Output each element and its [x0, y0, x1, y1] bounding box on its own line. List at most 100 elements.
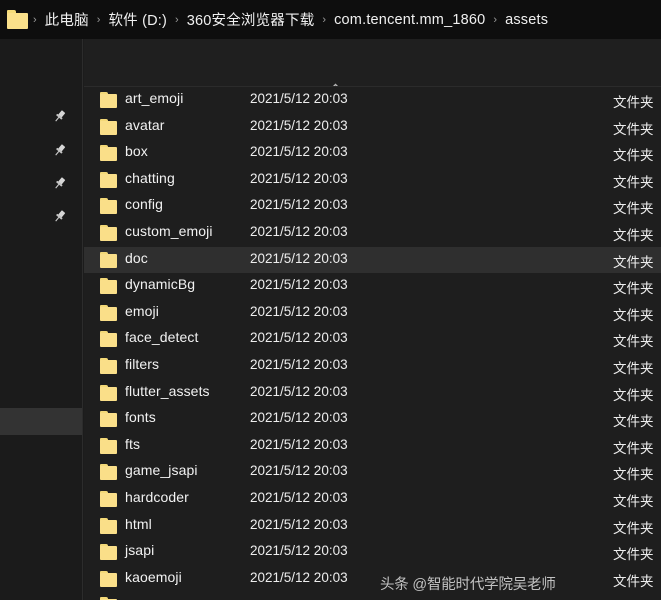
file-date-modified: 2021/5/12 20:03	[250, 330, 348, 346]
breadcrumb-item-2[interactable]: 360安全浏览器下载	[180, 6, 322, 33]
address-bar[interactable]: › 此电脑 › 软件 (D:) › 360安全浏览器下载 › com.tencent.mm_1…	[0, 0, 661, 39]
table-row[interactable]: game_jsapi 2021/5/12 20:03 文件夹	[84, 459, 661, 486]
file-explorer-window: › 此电脑 › 软件 (D:) › 360安全浏览器下载 › com.tencent.mm_1…	[0, 0, 661, 600]
folder-icon	[100, 570, 117, 587]
table-row[interactable]: fonts 2021/5/12 20:03 文件夹	[84, 406, 661, 433]
table-row[interactable]: flutter_assets 2021/5/12 20:03 文件夹	[84, 380, 661, 407]
file-name[interactable]: hardcoder	[125, 489, 189, 505]
folder-icon	[100, 384, 117, 401]
file-date-modified: 2021/5/12 20:03	[250, 277, 348, 293]
file-name[interactable]: filters	[125, 356, 159, 372]
folder-icon	[100, 411, 117, 428]
table-row[interactable]: filters 2021/5/12 20:03 文件夹	[84, 353, 661, 380]
table-row[interactable]: dynamicBg 2021/5/12 20:03 文件夹	[84, 273, 661, 300]
folder-icon	[100, 517, 117, 534]
table-row[interactable]: box 2021/5/12 20:03 文件夹	[84, 140, 661, 167]
folder-icon	[100, 198, 117, 215]
file-name[interactable]: emoji	[125, 303, 159, 319]
file-name[interactable]: dynamicBg	[125, 276, 195, 292]
column-header-row[interactable]: 名称 修改日期 类型	[84, 39, 661, 115]
folder-icon	[100, 464, 117, 481]
file-name[interactable]: chatting	[125, 170, 175, 186]
file-type: 文件夹	[613, 121, 654, 137]
file-name[interactable]: fts	[125, 436, 140, 452]
file-type: 文件夹	[613, 334, 654, 350]
folder-icon	[100, 145, 117, 162]
file-type: 文件夹	[613, 414, 654, 430]
table-row[interactable]: hardcoder 2021/5/12 20:03 文件夹	[84, 486, 661, 513]
file-date-modified: 2021/5/12 20:03	[250, 144, 348, 160]
table-row[interactable]: emoji 2021/5/12 20:03 文件夹	[84, 300, 661, 327]
file-date-modified: 2021/5/12 20:03	[250, 543, 348, 559]
breadcrumb-item-3[interactable]: com.tencent.mm_1860	[327, 9, 492, 31]
file-name[interactable]: jsapi	[125, 542, 154, 558]
table-row[interactable]: avatar 2021/5/12 20:03 文件夹	[84, 114, 661, 141]
folder-icon	[100, 171, 117, 188]
file-date-modified: 2021/5/12 20:03	[250, 436, 348, 452]
file-date-modified: 2021/5/12 20:03	[250, 516, 348, 532]
file-name[interactable]: doc	[125, 250, 148, 266]
file-type: 文件夹	[613, 360, 654, 376]
file-name[interactable]: avatar	[125, 117, 165, 133]
file-date-modified: 2021/5/12 20:03	[250, 197, 348, 213]
folder-icon	[100, 490, 117, 507]
file-name[interactable]: face_detect	[125, 329, 199, 345]
nav-item-hovered[interactable]	[0, 408, 82, 435]
file-type: 文件夹	[613, 467, 654, 483]
file-type: 文件夹	[613, 201, 654, 217]
nav-item-0[interactable]	[0, 103, 82, 130]
file-date-modified: 2021/5/12 20:03	[250, 250, 348, 266]
file-type: 文件夹	[613, 254, 654, 270]
file-name[interactable]: game_jsapi	[125, 462, 198, 478]
file-type: 文件夹	[613, 440, 654, 456]
folder-icon	[100, 304, 117, 321]
file-type: 文件夹	[613, 520, 654, 536]
file-type: 文件夹	[613, 174, 654, 190]
folder-icon	[100, 331, 117, 348]
table-row[interactable]: html 2021/5/12 20:03 文件夹	[84, 513, 661, 540]
pin-icon[interactable]	[52, 209, 67, 224]
pin-icon[interactable]	[52, 143, 67, 158]
file-type: 文件夹	[613, 307, 654, 323]
file-name[interactable]: fonts	[125, 409, 156, 425]
table-row[interactable]: chatting 2021/5/12 20:03 文件夹	[84, 167, 661, 194]
nav-item-1[interactable]	[0, 137, 82, 164]
breadcrumb-item-0[interactable]: 此电脑	[38, 6, 96, 33]
pin-icon[interactable]	[52, 176, 67, 191]
file-date-modified: 2021/5/12 20:03	[250, 303, 348, 319]
breadcrumb-item-4[interactable]: assets	[498, 9, 555, 31]
table-row[interactable]: art_emoji 2021/5/12 20:03 文件夹	[84, 87, 661, 114]
file-type: 文件夹	[613, 573, 654, 589]
nav-item-3[interactable]	[0, 203, 82, 230]
file-list[interactable]: art_emoji 2021/5/12 20:03 文件夹 avatar 2021/5/…	[84, 87, 661, 600]
table-row[interactable]: jsapi 2021/5/12 20:03 文件夹	[84, 539, 661, 566]
file-date-modified: 2021/5/12 20:03	[250, 569, 348, 585]
file-name[interactable]: config	[125, 196, 163, 212]
file-name[interactable]: custom_emoji	[125, 223, 213, 239]
breadcrumb-item-1[interactable]: 软件 (D:)	[101, 6, 174, 33]
file-name[interactable]: art_emoji	[125, 90, 183, 106]
file-name[interactable]: html	[125, 516, 152, 532]
table-row[interactable]	[84, 592, 661, 600]
table-row[interactable]: config 2021/5/12 20:03 文件夹	[84, 193, 661, 220]
file-name[interactable]: kaoemoji	[125, 569, 182, 585]
file-name[interactable]: flutter_assets	[125, 383, 210, 399]
nav-item-2[interactable]	[0, 170, 82, 197]
file-date-modified: 2021/5/12 20:03	[250, 410, 348, 426]
file-name[interactable]: box	[125, 143, 148, 159]
folder-icon	[100, 92, 117, 108]
table-row[interactable]: doc 2021/5/12 20:03 文件夹	[84, 246, 661, 274]
file-type: 文件夹	[613, 227, 654, 243]
table-row[interactable]: custom_emoji 2021/5/12 20:03 文件夹	[84, 220, 661, 247]
table-row[interactable]: fts 2021/5/12 20:03 文件夹	[84, 433, 661, 460]
table-row[interactable]: kaoemoji 2021/5/12 20:03 文件夹	[84, 566, 661, 593]
navigation-pane[interactable]	[0, 39, 83, 600]
pin-icon[interactable]	[52, 109, 67, 124]
file-date-modified: 2021/5/12 20:03	[250, 383, 348, 399]
table-row[interactable]: face_detect 2021/5/12 20:03 文件夹	[84, 326, 661, 353]
folder-icon	[100, 118, 117, 135]
folder-icon	[100, 278, 117, 295]
breadcrumb[interactable]: › 此电脑 › 软件 (D:) › 360安全浏览器下载 › com.tencent.mm_1…	[32, 6, 555, 33]
file-type: 文件夹	[613, 547, 654, 563]
file-date-modified: 2021/5/12 20:03	[250, 356, 348, 372]
